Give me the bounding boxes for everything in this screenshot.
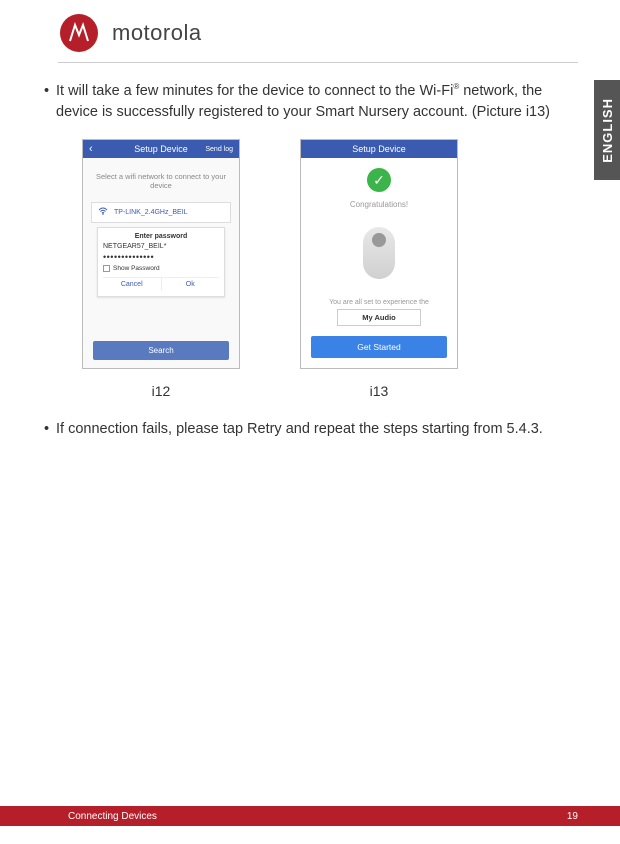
motorola-m-icon	[67, 21, 91, 45]
device-image	[363, 227, 395, 279]
show-password-checkbox[interactable]	[103, 265, 110, 272]
show-password-label: Show Password	[113, 265, 160, 272]
content-area: • It will take a few minutes for the dev…	[0, 63, 620, 440]
bullet-1-text: It will take a few minutes for the devic…	[56, 81, 578, 123]
i12-instruction: Select a wifi network to connect to your…	[89, 164, 233, 198]
screenshot-i13: Setup Device ✓ Congratulations! You are …	[300, 139, 458, 369]
brand-name: motorola	[112, 20, 202, 46]
i13-body: ✓ Congratulations! You are all set to ex…	[301, 158, 457, 368]
password-field[interactable]: ••••••••••••••	[103, 252, 219, 262]
wifi-network-row[interactable]: TP-LINK_2.4GHz_BEIL	[91, 202, 231, 223]
caption-i13: i13	[300, 383, 458, 399]
bullet-1: • It will take a few minutes for the dev…	[42, 81, 578, 123]
page-header: motorola	[0, 0, 620, 62]
i12-title: Setup Device	[134, 144, 188, 154]
success-check-icon: ✓	[367, 168, 391, 192]
myaudio-label: My Audio	[337, 309, 420, 326]
bullet-dot: •	[42, 419, 56, 440]
footer-page: 19	[567, 811, 578, 822]
password-network: NETGEAR57_BEIL*	[103, 243, 219, 250]
caption-i12: i12	[82, 383, 240, 399]
captions-row: i12 i13	[82, 377, 578, 399]
page-footer: Connecting Devices 19	[0, 806, 620, 826]
bullet-2: • If connection fails, please tap Retry …	[42, 419, 578, 440]
bullet-dot: •	[42, 81, 56, 123]
i12-body: Select a wifi network to connect to your…	[83, 158, 239, 303]
i13-titlebar: Setup Device	[301, 140, 457, 158]
show-password-row[interactable]: Show Password	[103, 265, 219, 272]
i12-titlebar: ‹ Setup Device Send log	[83, 140, 239, 158]
i13-title: Setup Device	[352, 144, 406, 154]
screenshot-i12: ‹ Setup Device Send log Select a wifi ne…	[82, 139, 240, 369]
experience-text: You are all set to experience the	[329, 299, 429, 306]
language-tab: ENGLISH	[594, 80, 620, 180]
search-button[interactable]: Search	[93, 341, 229, 360]
password-buttons: Cancel Ok	[103, 277, 219, 291]
send-log-link[interactable]: Send log	[205, 146, 233, 153]
motorola-logo-icon	[60, 14, 98, 52]
back-icon[interactable]: ‹	[89, 143, 93, 155]
bullet-2-text: If connection fails, please tap Retry an…	[56, 419, 578, 440]
cancel-button[interactable]: Cancel	[103, 278, 162, 291]
wifi-icon	[98, 207, 108, 218]
password-title: Enter password	[103, 233, 219, 240]
wifi-name: TP-LINK_2.4GHz_BEIL	[114, 209, 188, 216]
password-dialog: Enter password NETGEAR57_BEIL* •••••••••…	[97, 227, 225, 297]
language-tab-label: ENGLISH	[600, 98, 615, 163]
footer-section: Connecting Devices	[68, 811, 157, 822]
ok-button[interactable]: Ok	[162, 278, 220, 291]
screenshots-row: ‹ Setup Device Send log Select a wifi ne…	[82, 139, 578, 369]
get-started-button[interactable]: Get Started	[311, 336, 447, 358]
congrats-text: Congratulations!	[350, 200, 408, 209]
